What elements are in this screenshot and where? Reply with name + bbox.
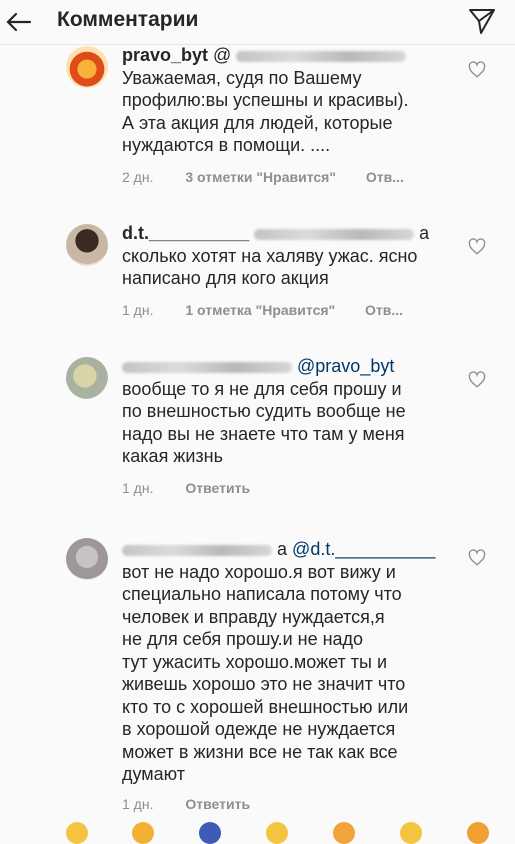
mention-link[interactable]: @d.t.__________	[292, 539, 435, 559]
avatar[interactable]	[66, 357, 108, 399]
redacted-username[interactable]	[122, 361, 292, 373]
comment-text: a @d.t.__________ вот не надо хорошо.я в…	[122, 539, 436, 784]
page-title: Комментарии	[57, 8, 199, 31]
avatar[interactable]	[66, 46, 108, 88]
emoji-icon[interactable]	[199, 822, 221, 844]
comment-username[interactable]: pravo_byt	[122, 45, 208, 65]
heart-outline-icon[interactable]	[468, 549, 486, 567]
comment-text: @pravo_byt вообще то я не для себя прошу…	[122, 356, 406, 466]
comment-time: 2 дн.	[122, 169, 154, 185]
emoji-icon[interactable]	[66, 822, 88, 844]
reply-button[interactable]: Отв...	[366, 169, 404, 185]
heart-outline-icon[interactable]	[468, 371, 486, 389]
direct-share-icon[interactable]	[467, 6, 497, 36]
likes-count[interactable]: 3 отметки "Нравится"	[185, 169, 336, 185]
emoji-reaction-row	[0, 822, 515, 844]
emoji-icon[interactable]	[467, 822, 489, 844]
comment-meta: 1 дн. 1 отметка "Нравится" Отв...	[122, 302, 403, 318]
comment-username[interactable]: d.t.__________	[122, 223, 249, 243]
avatar[interactable]	[66, 538, 108, 580]
redacted-text	[236, 50, 407, 62]
header-bar: Комментарии	[0, 0, 515, 45]
emoji-icon[interactable]	[266, 822, 288, 844]
heart-outline-icon[interactable]	[468, 238, 486, 256]
emoji-icon[interactable]	[333, 822, 355, 844]
avatar[interactable]	[66, 224, 108, 266]
comment-meta: 1 дн. Ответить	[122, 480, 250, 496]
redacted-text	[254, 228, 415, 240]
likes-count[interactable]: 1 отметка "Нравится"	[185, 302, 335, 318]
heart-outline-icon[interactable]	[468, 61, 486, 79]
redacted-username[interactable]	[122, 544, 272, 556]
comment-text: pravo_byt @ Уважаемая, судя по Вашему пр…	[122, 45, 409, 155]
comment-meta: 1 дн. Ответить	[122, 796, 250, 812]
comment-time: 1 дн.	[122, 796, 154, 812]
reply-button[interactable]: Ответить	[185, 796, 250, 812]
emoji-icon[interactable]	[132, 822, 154, 844]
reply-button[interactable]: Отв...	[365, 302, 403, 318]
comment-time: 1 дн.	[122, 302, 154, 318]
back-arrow-icon[interactable]	[4, 8, 32, 36]
reply-button[interactable]: Ответить	[185, 480, 250, 496]
mention-link[interactable]: @pravo_byt	[297, 356, 394, 376]
comment-meta: 2 дн. 3 отметки "Нравится" Отв...	[122, 169, 404, 185]
comment-time: 1 дн.	[122, 480, 154, 496]
comment-text: d.t.__________ a сколько хотят на халяву…	[122, 223, 430, 288]
emoji-icon[interactable]	[400, 822, 422, 844]
